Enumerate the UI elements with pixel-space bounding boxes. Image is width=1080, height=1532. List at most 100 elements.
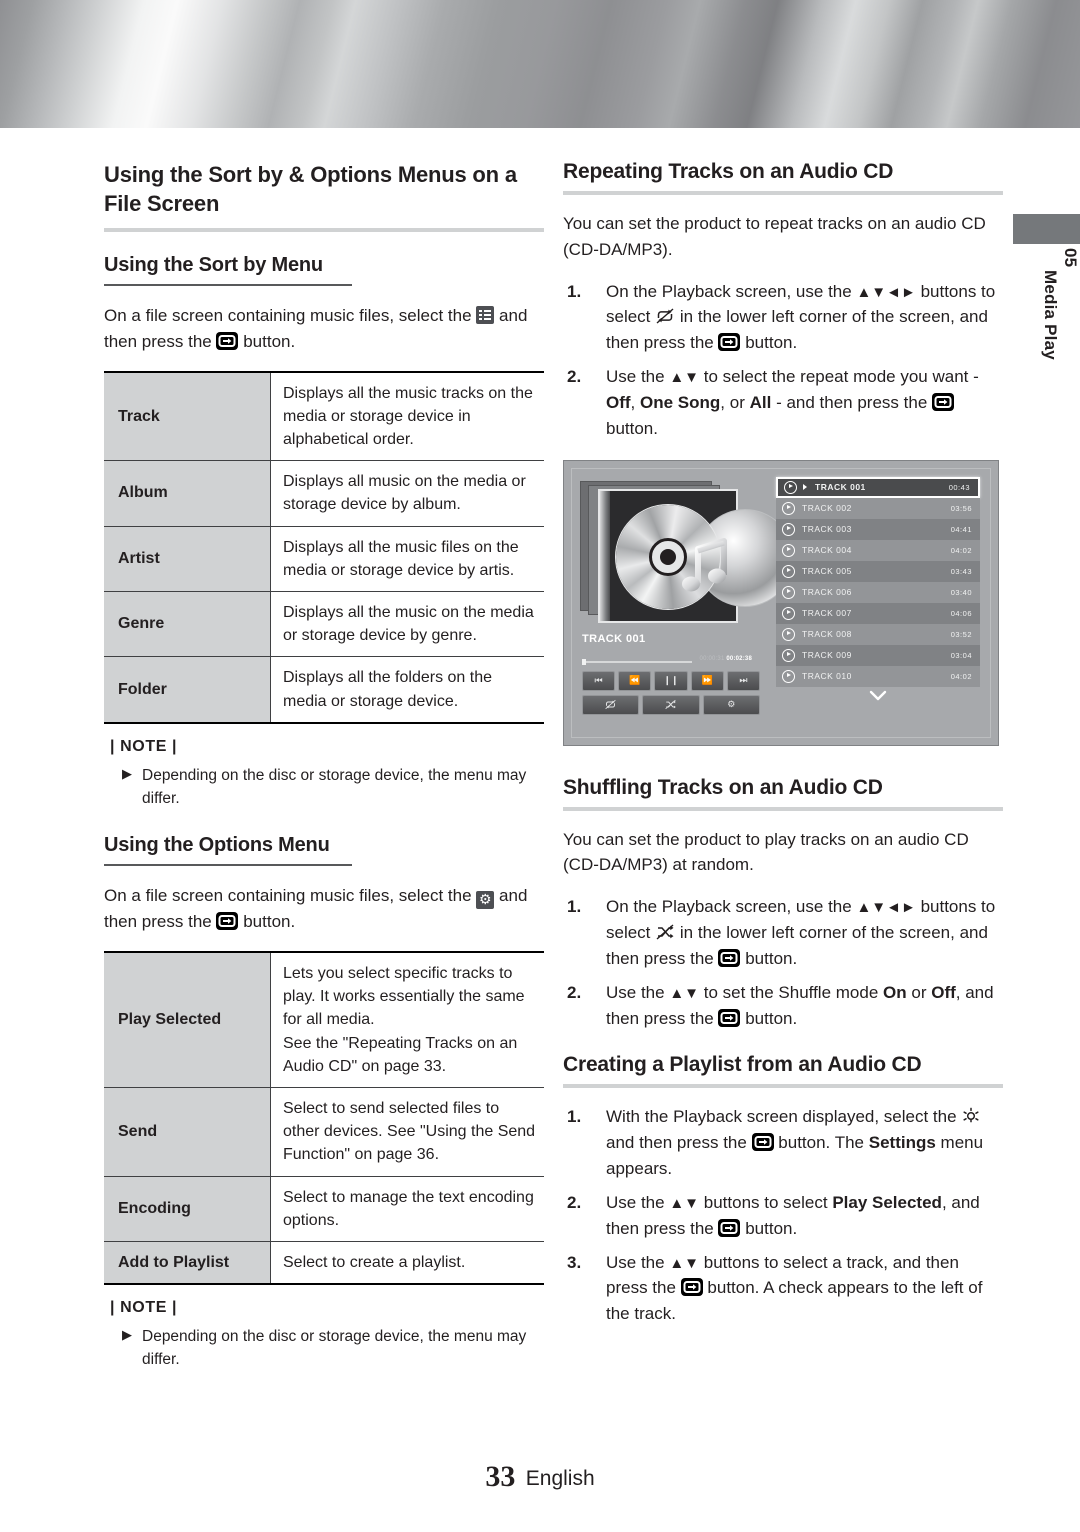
dpad-arrows-icon: ▲▼◄► [856,899,916,917]
track-list-item[interactable]: TRACK 002 03:56 [776,497,980,519]
track-name: TRACK 008 [802,629,852,640]
sep: , [630,392,636,412]
settings-button[interactable]: ⚙ [702,694,760,715]
progress-track[interactable] [582,660,692,663]
play-icon [782,669,795,683]
track-name: TRACK 009 [802,650,852,661]
track-list-item[interactable]: TRACK 003 04:41 [776,518,980,540]
track-name: TRACK 007 [802,608,852,619]
list-icon [476,306,495,325]
row-key: Album [104,460,271,527]
row-desc: Select to send selected files to other d… [283,1100,536,1164]
sortby-heading-rule [104,284,352,287]
step-text-4: button. [745,333,798,353]
repeat-mode-button[interactable] [582,694,640,715]
enter-button-icon [751,1133,774,1152]
row-desc: Lets you select specific tracks to play.… [283,965,525,1075]
progress-times: 00:00:31 00:02:38 [700,656,752,662]
track-list-item[interactable]: TRACK 009 03:04 [776,644,980,666]
play-selected-option: Play Selected [832,1192,942,1212]
repeat-option-one-song: One Song [640,392,721,412]
row-key: Add to Playlist [104,1241,271,1285]
current-track-marker-icon [803,484,807,491]
shuffle-icon [655,923,675,941]
track-list-item[interactable]: TRACK 004 04:02 [776,539,980,561]
shuffle-mode-button[interactable] [642,694,700,715]
shuffling-steps: 1. On the Playback screen, use the ▲▼◄► … [563,894,1003,1031]
play-icon [782,543,795,557]
shuffling-heading-rule [563,806,1003,811]
transport-controls: ⏮ ⏪ ❙❙ ⏩ ⏭ [582,670,761,691]
settings-menu-name: Settings [868,1133,936,1153]
enter-button-icon [718,333,741,352]
step-item: 1. With the Playback screen displayed, s… [563,1104,1003,1181]
enter-button-icon [216,331,239,350]
step-text-4: button. [745,948,798,968]
track-time: 03:43 [950,566,972,576]
step-text-4: button. [606,418,658,438]
playback-screen-figure: TRACK 001 00:00:31 00:02:38 ⏮ ⏪ ❙❙ ⏩ ⏭ ⚙… [563,459,999,746]
track-name: TRACK 005 [802,566,852,577]
row-desc: Select to manage the text encoding optio… [283,1188,534,1229]
step-number: 1. [567,281,582,301]
step-text-1: With the Playback screen displayed, sele… [606,1107,957,1127]
settings-gear-icon [961,1107,981,1125]
shuffle-option-off: Off [931,982,956,1002]
row-desc: Displays all the music files on the medi… [283,538,519,579]
step-text-1: Use the [606,367,665,387]
elapsed-time: 00:00:31 [699,655,725,662]
step-number: 2. [567,367,582,387]
cd-hub-center [660,548,676,565]
step-text-4: button. [745,1008,798,1028]
dpad-arrows-icon: ▲▼ [669,369,700,387]
play-icon [784,480,797,494]
enter-button-icon [718,1008,741,1027]
track-time: 03:56 [950,503,972,513]
track-list-item[interactable]: TRACK 010 04:02 [776,665,980,687]
row-key: Artist [104,526,271,592]
step-number: 2. [567,982,582,1002]
next-track-button[interactable]: ⏭ [726,670,761,691]
page-title: Using the Sort by & Options Menus on a F… [104,162,517,217]
track-list-item[interactable]: TRACK 006 03:40 [776,581,980,603]
pause-button[interactable]: ❙❙ [654,670,688,691]
fast-forward-button[interactable]: ⏩ [690,670,724,691]
step-number: 1. [567,897,582,917]
total-time: 00:02:38 [726,655,752,662]
scroll-down-icon[interactable] [868,689,888,701]
track-name: TRACK 006 [802,587,852,598]
step-item: 1. On the Playback screen, use the ▲▼◄► … [563,279,1003,356]
track-list-item[interactable]: TRACK 007 04:06 [776,602,980,624]
step-text-2: and then press the [606,1133,747,1153]
step-item: 1. On the Playback screen, use the ▲▼◄► … [563,894,1003,971]
progress-knob[interactable] [582,658,586,665]
play-icon [782,648,795,662]
title-rule [104,228,544,233]
sortby-heading: Using the Sort by Menu [104,254,323,277]
progress-bar[interactable]: 00:00:31 00:02:38 [582,656,752,667]
playlist-heading: Creating a Playlist from an Audio CD [563,1053,922,1077]
options-intro-pre: On a file screen containing music files,… [104,886,472,906]
prev-track-button[interactable]: ⏮ [582,670,616,691]
track-list-item[interactable]: TRACK 001 00:43 [776,476,980,498]
table-row: Album Displays all music on the media or… [104,460,544,527]
track-list-item[interactable]: TRACK 008 03:52 [776,623,980,645]
table-row: Play Selected Lets you select specific t… [104,952,544,1088]
shuffling-heading: Shuffling Tracks on an Audio CD [563,775,883,799]
row-desc: Displays all the music on the media or s… [283,604,534,645]
footer: 33 English [0,1460,1080,1494]
step-text-1: On the Playback screen, use the [606,281,852,301]
step-text-1: On the Playback screen, use the [606,897,852,917]
note-text: Depending on the disc or storage device,… [142,766,527,808]
rewind-button[interactable]: ⏪ [618,670,652,691]
table-row: Folder Displays all the folders on the m… [104,656,544,723]
bullet-icon: ▶ [122,1327,132,1343]
track-time: 04:41 [950,524,972,534]
playlist-steps: 1. With the Playback screen displayed, s… [563,1104,1003,1327]
step-text-3: - and then press the [776,392,928,412]
track-list-item[interactable]: TRACK 005 03:43 [776,560,980,582]
track-name: TRACK 002 [802,503,852,514]
note-text: Depending on the disc or storage device,… [142,1328,527,1369]
step-number: 2. [567,1192,582,1212]
table-row: Add to Playlist Select to create a playl… [104,1241,544,1285]
